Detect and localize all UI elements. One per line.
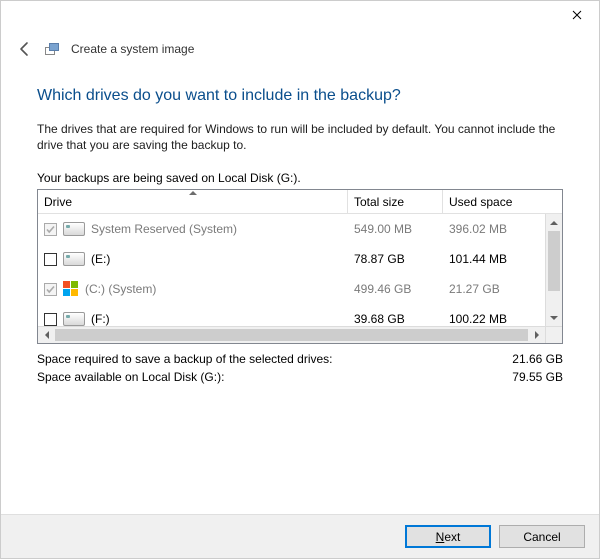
back-arrow-icon: [17, 41, 33, 57]
vertical-scroll-track[interactable]: [546, 231, 562, 309]
drive-label: (C:) (System): [85, 282, 156, 296]
cell-drive: (E:): [38, 252, 348, 266]
system-image-icon: [45, 41, 61, 57]
table-row[interactable]: System Reserved (System) 549.00 MB396.02 …: [38, 214, 545, 244]
cell-drive: System Reserved (System): [38, 222, 348, 236]
cancel-button[interactable]: Cancel: [499, 525, 585, 548]
cell-used: 101.44 MB: [443, 252, 538, 266]
back-button[interactable]: [15, 39, 35, 59]
chevron-down-icon: [550, 316, 558, 320]
cell-total: 549.00 MB: [348, 222, 443, 236]
scroll-up-button[interactable]: [546, 214, 562, 231]
horizontal-scroll-track[interactable]: [55, 327, 528, 343]
table-row[interactable]: (C:) (System) 499.46 GB21.27 GB: [38, 274, 545, 304]
summary-available: Space available on Local Disk (G:): 79.5…: [37, 370, 563, 384]
cell-used: 21.27 GB: [443, 282, 538, 296]
column-header-drive-label: Drive: [44, 195, 72, 209]
drive-label: System Reserved (System): [91, 222, 237, 236]
next-button-rest: ext: [444, 530, 460, 544]
drive-checkbox[interactable]: [44, 253, 57, 266]
cell-drive: (F:): [38, 312, 348, 326]
page-description: The drives that are required for Windows…: [37, 121, 563, 153]
page-heading: Which drives do you want to include in t…: [37, 87, 563, 105]
header-row: Create a system image: [1, 31, 599, 63]
summary: Space required to save a backup of the s…: [37, 352, 563, 384]
chevron-up-icon: [550, 221, 558, 225]
titlebar: [1, 1, 599, 31]
scroll-left-button[interactable]: [38, 327, 55, 343]
chevron-right-icon: [535, 331, 539, 339]
cell-total: 39.68 GB: [348, 312, 443, 326]
footer: Next Cancel: [1, 514, 599, 558]
cell-used: 396.02 MB: [443, 222, 538, 236]
drive-checkbox[interactable]: [44, 313, 57, 326]
checkmark-icon: [45, 284, 56, 295]
summary-available-value: 79.55 GB: [512, 370, 563, 384]
disk-icon: [63, 312, 85, 326]
window-title: Create a system image: [71, 42, 194, 56]
table-row[interactable]: (F:) 39.68 GB100.22 MB: [38, 304, 545, 326]
close-icon: [572, 10, 582, 20]
sort-caret-icon: [189, 191, 197, 195]
cell-total: 499.46 GB: [348, 282, 443, 296]
cell-drive: (C:) (System): [38, 281, 348, 297]
next-button[interactable]: Next: [405, 525, 491, 548]
windows-logo-icon: [63, 281, 79, 297]
disk-icon: [63, 222, 85, 236]
drive-checkbox: [44, 283, 57, 296]
scroll-corner: [545, 327, 562, 343]
save-location-line: Your backups are being saved on Local Di…: [37, 171, 563, 185]
close-button[interactable]: [554, 1, 599, 29]
drive-label: (E:): [91, 252, 110, 266]
cell-total: 78.87 GB: [348, 252, 443, 266]
vertical-scroll-thumb[interactable]: [548, 231, 560, 291]
grid-header: Drive Total size Used space: [38, 190, 562, 214]
cell-used: 100.22 MB: [443, 312, 538, 326]
drive-checkbox: [44, 223, 57, 236]
table-row[interactable]: (E:) 78.87 GB101.44 MB: [38, 244, 545, 274]
drive-label: (F:): [91, 312, 110, 326]
summary-required-value: 21.66 GB: [512, 352, 563, 366]
checkmark-icon: [45, 224, 56, 235]
horizontal-scroll-thumb[interactable]: [55, 329, 528, 341]
column-header-total[interactable]: Total size: [348, 190, 443, 213]
disk-icon: [63, 252, 85, 266]
summary-required-label: Space required to save a backup of the s…: [37, 352, 333, 366]
grid-body: System Reserved (System) 549.00 MB396.02 …: [38, 214, 562, 326]
column-header-total-label: Total size: [354, 195, 404, 209]
vertical-scrollbar[interactable]: [545, 214, 562, 326]
drive-grid: Drive Total size Used space System Reser…: [37, 189, 563, 344]
summary-required: Space required to save a backup of the s…: [37, 352, 563, 366]
horizontal-scrollbar[interactable]: [38, 326, 562, 343]
column-header-drive[interactable]: Drive: [38, 190, 348, 213]
grid-rows: System Reserved (System) 549.00 MB396.02 …: [38, 214, 545, 326]
scroll-down-button[interactable]: [546, 309, 562, 326]
scroll-right-button[interactable]: [528, 327, 545, 343]
chevron-left-icon: [45, 331, 49, 339]
column-header-used-label: Used space: [449, 195, 512, 209]
column-header-used[interactable]: Used space: [443, 190, 538, 213]
summary-available-label: Space available on Local Disk (G:):: [37, 370, 224, 384]
content-area: Which drives do you want to include in t…: [1, 63, 599, 396]
